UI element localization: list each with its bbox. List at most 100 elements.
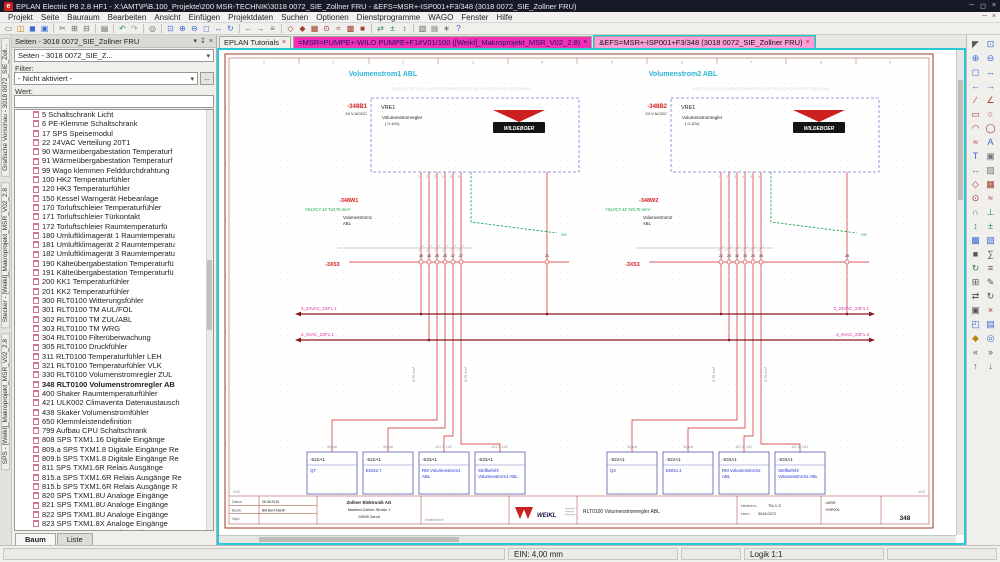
- tree-item-page[interactable]: 191 Kälteübergabestation Temperaturfü: [15, 268, 213, 277]
- menu-item[interactable]: Dienstprogramme: [353, 13, 425, 22]
- menu-item[interactable]: Hilfe: [492, 13, 516, 22]
- select-icon[interactable]: ◤: [968, 37, 983, 51]
- insert-ellipse-icon[interactable]: ◯: [983, 121, 998, 135]
- insert-arc-icon[interactable]: ◠: [968, 121, 983, 135]
- zoom-window-icon[interactable]: ⊡: [165, 24, 176, 34]
- open-project-icon[interactable]: ◫: [15, 24, 26, 34]
- group-icon[interactable]: ▣: [968, 303, 983, 317]
- interruption-point-icon[interactable]: ↕: [968, 219, 983, 233]
- rotate-icon[interactable]: ↻: [983, 289, 998, 303]
- schematic-canvas[interactable]: 01 23 45 67 89 338 400: [217, 48, 966, 545]
- tree-item-page[interactable]: 301 RLT0100 TM AUL/FOL: [15, 305, 213, 314]
- separator[interactable]: [143, 24, 144, 33]
- first-page-icon[interactable]: ↑: [968, 359, 983, 373]
- insert-polyline-icon[interactable]: ∠: [983, 93, 998, 107]
- tree-item-page[interactable]: 820 SPS TXM1.8U Analoge Eingänge: [15, 491, 213, 500]
- zoom-out-icon[interactable]: ⊖: [189, 24, 200, 34]
- menu-item[interactable]: Projektdaten: [224, 13, 277, 22]
- separator[interactable]: [371, 24, 372, 33]
- tree-item-page[interactable]: 170 Torluftschleier Temperaturfühler: [15, 203, 213, 212]
- cable-tag[interactable]: -348W1: [339, 198, 358, 204]
- separator[interactable]: [113, 24, 114, 33]
- docked-panel-tab[interactable]: SPS - [Weikl]_Makroprojekt_MSR_V02_2.8: [1, 333, 10, 470]
- maximize-icon[interactable]: ◻: [980, 2, 986, 10]
- plc-box-icon[interactable]: ▩: [968, 233, 983, 247]
- tree-item-page[interactable]: 6 PE-Klemme Schaltschrank: [15, 119, 213, 128]
- tree-item-page[interactable]: 303 RLT0100 TM WRG: [15, 324, 213, 333]
- insert-window-icon[interactable]: ◰: [968, 317, 983, 331]
- wert-input[interactable]: [14, 95, 214, 108]
- docked-panel-tab[interactable]: Grafische Vorschau - 3018 0072_SIE_Zoll.…: [1, 38, 10, 177]
- copy-icon[interactable]: ⊞: [69, 24, 80, 34]
- close-tab-icon[interactable]: ×: [583, 39, 587, 46]
- menu-item[interactable]: Ansicht: [150, 13, 184, 22]
- plc-box-icon[interactable]: ▩: [345, 24, 356, 34]
- insert-rectangle-icon[interactable]: ▭: [968, 107, 983, 121]
- tree-item-page[interactable]: 824 SPS TXM1.8U Analoge Eingänge: [15, 528, 213, 531]
- shield-icon[interactable]: ∩: [968, 205, 983, 219]
- tree-item-page[interactable]: 190 Kälteübergabestation Temperaturfü: [15, 259, 213, 268]
- save-all-icon[interactable]: ▣: [39, 24, 50, 34]
- properties-icon[interactable]: ✎: [983, 275, 998, 289]
- connection-point-icon[interactable]: ⊥: [983, 205, 998, 219]
- tree-item-page[interactable]: 330 RLT0100 Volumenstromregler ZUL: [15, 370, 213, 379]
- editor-tab[interactable]: EPLAN Tutorials ×: [219, 36, 291, 48]
- menu-item[interactable]: Bearbeiten: [104, 13, 151, 22]
- tree-item-page[interactable]: 200 KK1 Temperaturfühler: [15, 277, 213, 286]
- evaluate-icon[interactable]: ∑: [983, 247, 998, 261]
- bus-label-0vac[interactable]: 3_0VAC_23F1.1: [301, 332, 334, 337]
- child-minimize-icon[interactable]: ─: [982, 13, 987, 20]
- bus-label-24vac[interactable]: 3_24VAC_23F1.1: [301, 306, 337, 311]
- settings-icon[interactable]: ∗: [441, 24, 452, 34]
- interruption-point-icon[interactable]: ↕: [399, 24, 410, 34]
- tree-item-page[interactable]: 809.b SPS TXM1.8 Digitale Eingänge Re: [15, 454, 213, 463]
- cable-definition-icon[interactable]: ≈: [983, 191, 998, 205]
- tree-item-page[interactable]: 304 RLT0100 Filterüberwachung: [15, 333, 213, 342]
- tree-item-page[interactable]: 811 SPS TXM1.6R Relais Ausgänge: [15, 463, 213, 472]
- update-icon[interactable]: ↻: [968, 261, 983, 275]
- tree-item-page[interactable]: 181 Umluftklimagerät 2 Raumtemperatu: [15, 240, 213, 249]
- editor-tab[interactable]: =MSR=PUMPE+-WILO PUMPE+F1#V01/100 ([Weik…: [293, 36, 592, 48]
- canvas-horizontal-scrollbar[interactable]: [219, 535, 956, 543]
- menu-item[interactable]: Fenster: [457, 13, 492, 22]
- previous-page-icon[interactable]: ←: [243, 24, 254, 34]
- path-function-text-icon[interactable]: T: [968, 149, 983, 163]
- pan-icon[interactable]: ↔: [983, 65, 998, 79]
- layers-icon[interactable]: ▧: [417, 24, 428, 34]
- insert-line-icon[interactable]: ∕: [968, 93, 983, 107]
- separator[interactable]: [281, 24, 282, 33]
- tree-item-page[interactable]: 150 Kessel Warngerät Hebeanlage: [15, 194, 213, 203]
- hatch-icon[interactable]: ▨: [983, 163, 998, 177]
- last-page-icon[interactable]: ↓: [983, 359, 998, 373]
- tree-item-page[interactable]: 311 RLT0100 Temperaturfühler LEH: [15, 352, 213, 361]
- zoom-in-icon[interactable]: ⊕: [177, 24, 188, 34]
- tree-item-page[interactable]: 809.a SPS TXM1.8 Digitale Eingänge Re: [15, 445, 213, 454]
- page-navigator-icon[interactable]: ≡: [267, 24, 278, 34]
- zoom-fit-icon[interactable]: ◻: [201, 24, 212, 34]
- print-icon[interactable]: ▤: [99, 24, 110, 34]
- menu-item[interactable]: Optionen: [312, 13, 352, 22]
- delete-icon[interactable]: ×: [983, 303, 998, 317]
- terminal-strip-icon[interactable]: ⊙: [968, 191, 983, 205]
- potential-icon[interactable]: ±: [387, 24, 398, 34]
- separator[interactable]: [161, 24, 162, 33]
- device-tag[interactable]: -348B1: [347, 104, 367, 110]
- tree-item-page[interactable]: 822 SPS TXM1.8U Analoge Eingänge: [15, 510, 213, 519]
- cable-tag[interactable]: -348W2: [639, 198, 658, 204]
- tree-item-page[interactable]: 302 RLT0100 TM ZUL/ABL: [15, 315, 213, 324]
- insert-spline-icon[interactable]: ≈: [968, 135, 983, 149]
- tree-item-page[interactable]: 815.b SPS TXM1.6R Relais Ausgänge R: [15, 482, 213, 491]
- tree-item-page[interactable]: 300 RLT0100 Witterungsfühler: [15, 296, 213, 305]
- bus-label-0vac[interactable]: 3_0VAC_23F1.3: [836, 332, 869, 337]
- insert-circle-icon[interactable]: ○: [983, 107, 998, 121]
- panel-tab[interactable]: Baum: [15, 533, 56, 545]
- insert-symbol-icon[interactable]: ◇: [968, 177, 983, 191]
- filter-dropdown[interactable]: - Nicht aktiviert - ▾: [14, 72, 198, 85]
- separator[interactable]: [239, 24, 240, 33]
- pan-icon[interactable]: ↔: [213, 24, 224, 34]
- menu-item[interactable]: WAGO: [424, 13, 457, 22]
- search-device-icon[interactable]: ◎: [983, 331, 998, 345]
- cut-icon[interactable]: ✂: [57, 24, 68, 34]
- canvas-vertical-scrollbar[interactable]: [956, 50, 964, 535]
- find-icon[interactable]: ◎: [147, 24, 158, 34]
